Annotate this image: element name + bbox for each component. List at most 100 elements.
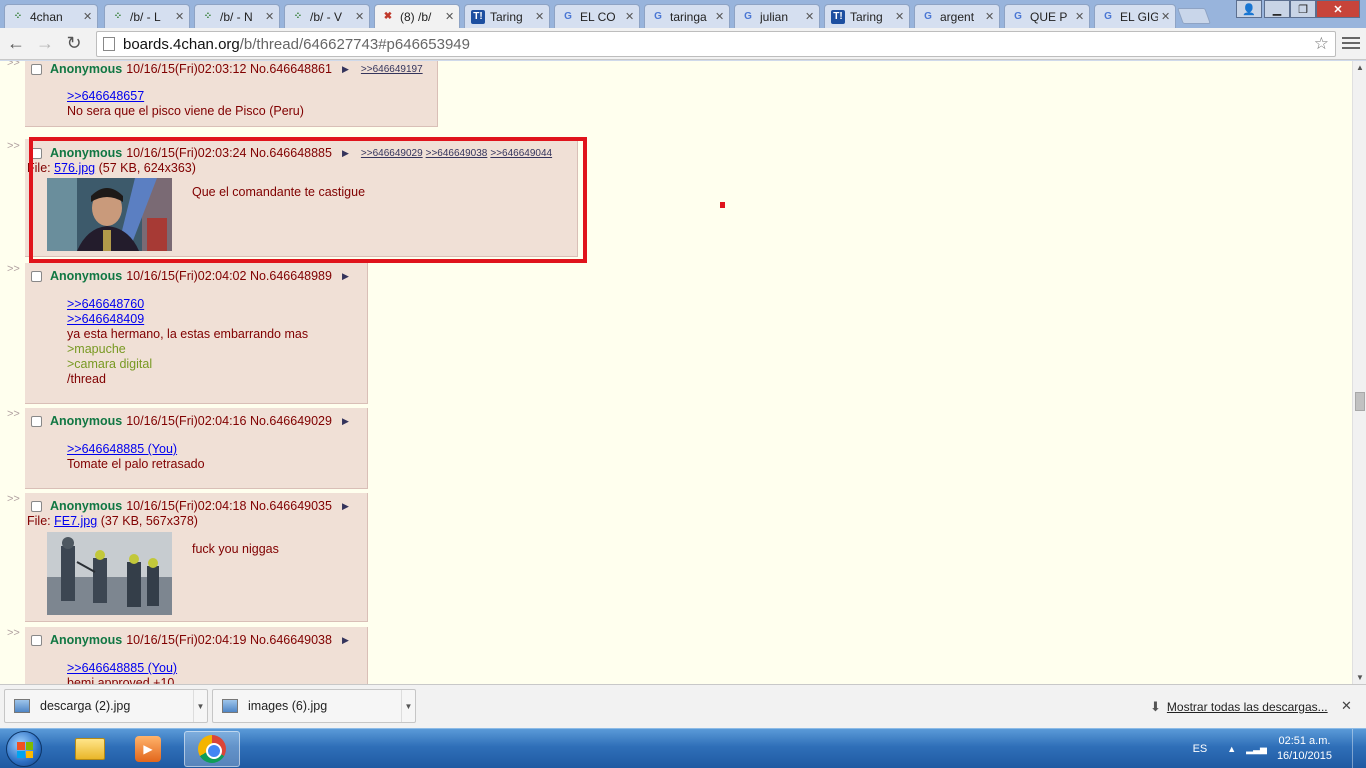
chrome-taskbar-button[interactable] bbox=[184, 731, 240, 767]
image-file-icon bbox=[14, 699, 30, 713]
post-checkbox[interactable] bbox=[31, 63, 42, 75]
chevron-down-icon[interactable]: ▼ bbox=[401, 690, 415, 722]
file-link[interactable]: FE7.jpg bbox=[54, 514, 97, 528]
download-item[interactable]: descarga (2).jpg ▼ bbox=[4, 689, 208, 723]
download-arrow-icon: ⬇ bbox=[1150, 699, 1161, 714]
download-item[interactable]: images (6).jpg ▼ bbox=[212, 689, 416, 723]
forward-icon[interactable]: → bbox=[32, 31, 58, 57]
new-tab-button[interactable] bbox=[1177, 8, 1211, 24]
language-indicator[interactable]: ES bbox=[1193, 743, 1208, 755]
close-icon[interactable]: ✕ bbox=[715, 10, 725, 23]
url-text[interactable]: boards.4chan.org/b/thread/646627743#p646… bbox=[123, 36, 470, 53]
message-line: ya esta hermano, la estas embarrando mas bbox=[67, 327, 309, 341]
post-thumbnail[interactable] bbox=[47, 532, 172, 615]
browser-tab-active[interactable]: ✖ (8) /b/ ✕ bbox=[374, 4, 460, 28]
browser-tab[interactable]: G julian ✕ bbox=[734, 4, 820, 28]
quote-link[interactable]: >>646648409 bbox=[67, 312, 308, 327]
download-bar: descarga (2).jpg ▼ images (6).jpg ▼ ⬇ Mo… bbox=[0, 684, 1366, 728]
start-button[interactable] bbox=[6, 731, 42, 767]
reply-post: Anonymous 10/16/15(Fri)02:03:12 No.64664… bbox=[25, 61, 438, 127]
maximize-button[interactable]: ❐ bbox=[1290, 0, 1316, 18]
network-signal-icon[interactable]: ▂▃▅ bbox=[1246, 744, 1267, 755]
browser-tab[interactable]: ⁘ 4chan ✕ bbox=[4, 4, 98, 28]
chrome-menu-icon[interactable] bbox=[1342, 34, 1360, 52]
close-icon[interactable]: ✕ bbox=[83, 10, 93, 23]
post-checkbox[interactable] bbox=[31, 500, 42, 512]
post-info: Anonymous 10/16/15(Fri)02:04:19 No.64664… bbox=[31, 632, 349, 648]
backlink[interactable]: >>646649197 bbox=[361, 64, 423, 75]
close-icon[interactable]: ✕ bbox=[265, 10, 275, 23]
user-icon[interactable]: 👤 bbox=[1236, 0, 1262, 18]
close-icon[interactable]: ✕ bbox=[1075, 10, 1085, 23]
windows-logo-icon bbox=[17, 742, 33, 758]
close-icon[interactable]: ✕ bbox=[1161, 10, 1171, 23]
browser-tab[interactable]: G QUE P ✕ bbox=[1004, 4, 1090, 28]
quote-link[interactable]: >>646648657 bbox=[67, 89, 304, 104]
post-number[interactable]: No.646649038 bbox=[250, 633, 332, 647]
scroll-down-icon[interactable]: ▼ bbox=[1356, 673, 1364, 682]
post-checkbox[interactable] bbox=[31, 634, 42, 646]
browser-tab[interactable]: G argent ✕ bbox=[914, 4, 1000, 28]
tray-expand-icon[interactable]: ▲ bbox=[1227, 744, 1236, 754]
system-tray: ES ▲ ▂▃▅ 02:51 a.m. 16/10/2015 bbox=[1193, 729, 1366, 768]
post-menu-arrow-icon[interactable]: ▶ bbox=[342, 64, 349, 75]
close-icon[interactable]: ✕ bbox=[985, 10, 995, 23]
close-icon[interactable]: ✕ bbox=[535, 10, 545, 23]
quote-link[interactable]: >>646648885 (You) bbox=[67, 661, 177, 676]
show-all-downloads[interactable]: ⬇ Mostrar todas las descargas... bbox=[1150, 699, 1328, 715]
post-menu-arrow-icon[interactable]: ▶ bbox=[342, 416, 349, 427]
post-menu-arrow-icon[interactable]: ▶ bbox=[342, 271, 349, 282]
quote-link[interactable]: >>646648885 (You) bbox=[67, 442, 205, 457]
browser-tab[interactable]: G EL GIG ✕ bbox=[1094, 4, 1176, 28]
post-number[interactable]: No.646649029 bbox=[250, 414, 332, 428]
post-menu-arrow-icon[interactable]: ▶ bbox=[342, 501, 349, 512]
clock[interactable]: 02:51 a.m. 16/10/2015 bbox=[1277, 734, 1332, 764]
reply-post: Anonymous 10/16/15(Fri)02:04:16 No.64664… bbox=[25, 408, 368, 489]
scrollbar-thumb[interactable] bbox=[1355, 392, 1365, 411]
post-number[interactable]: No.646649035 bbox=[250, 499, 332, 513]
reload-icon[interactable]: ↻ bbox=[61, 31, 87, 57]
close-icon[interactable]: ✕ bbox=[895, 10, 905, 23]
poster-name: Anonymous bbox=[50, 269, 123, 283]
post-info: Anonymous 10/16/15(Fri)02:04:18 No.64664… bbox=[31, 498, 349, 514]
close-icon[interactable]: ✕ bbox=[175, 10, 185, 23]
close-window-button[interactable]: ✕ bbox=[1316, 0, 1360, 18]
close-icon[interactable]: ✕ bbox=[445, 10, 455, 23]
vertical-scrollbar[interactable]: ▲ ▼ bbox=[1352, 61, 1366, 684]
post-number[interactable]: No.646648861 bbox=[250, 62, 332, 76]
post-message: >>646648760 >>646648409 ya esta hermano,… bbox=[67, 297, 308, 387]
close-icon[interactable]: ✕ bbox=[1341, 698, 1352, 714]
show-all-downloads-link[interactable]: Mostrar todas las descargas... bbox=[1167, 700, 1328, 714]
browser-tab[interactable]: ⁘ /b/ - V ✕ bbox=[284, 4, 370, 28]
browser-tab[interactable]: T! Taring ✕ bbox=[824, 4, 910, 28]
media-player-taskbar-button[interactable]: ▶ bbox=[122, 731, 174, 767]
bookmark-star-icon[interactable]: ☆ bbox=[1314, 34, 1329, 54]
browser-tab[interactable]: T! Taring ✕ bbox=[464, 4, 550, 28]
close-icon[interactable]: ✕ bbox=[805, 10, 815, 23]
chevron-down-icon[interactable]: ▼ bbox=[193, 690, 207, 722]
browser-tab[interactable]: G EL CO ✕ bbox=[554, 4, 640, 28]
address-bar[interactable]: boards.4chan.org/b/thread/646627743#p646… bbox=[96, 31, 1336, 57]
post-checkbox[interactable] bbox=[31, 415, 42, 427]
clover-icon: ⁘ bbox=[13, 11, 23, 22]
backlinks: >>646649197 bbox=[361, 64, 426, 75]
browser-tab[interactable]: ⁘ /b/ - L ✕ bbox=[104, 4, 190, 28]
browser-tab[interactable]: G taringa ✕ bbox=[644, 4, 730, 28]
post-number[interactable]: No.646648989 bbox=[250, 269, 332, 283]
taringa-icon: T! bbox=[471, 9, 485, 24]
post-checkbox[interactable] bbox=[31, 270, 42, 282]
show-desktop-button[interactable] bbox=[1352, 729, 1366, 768]
soldiers-photo-image bbox=[47, 532, 172, 615]
post-message: >>646648885 (You) bemi approved +10 bbox=[67, 661, 177, 684]
tab-title: argent bbox=[940, 9, 975, 24]
post-menu-arrow-icon[interactable]: ▶ bbox=[342, 635, 349, 646]
scroll-up-icon[interactable]: ▲ bbox=[1356, 63, 1364, 72]
explorer-taskbar-button[interactable] bbox=[64, 731, 116, 767]
close-icon[interactable]: ✕ bbox=[625, 10, 635, 23]
close-icon[interactable]: ✕ bbox=[355, 10, 365, 23]
browser-tab[interactable]: ⁘ /b/ - N ✕ bbox=[194, 4, 280, 28]
quote-link[interactable]: >>646648760 bbox=[67, 297, 308, 312]
minimize-button[interactable]: ▁ bbox=[1264, 0, 1290, 18]
back-icon[interactable]: ← bbox=[3, 31, 29, 57]
post-message: >>646648885 (You) Tomate el palo retrasa… bbox=[67, 442, 205, 472]
